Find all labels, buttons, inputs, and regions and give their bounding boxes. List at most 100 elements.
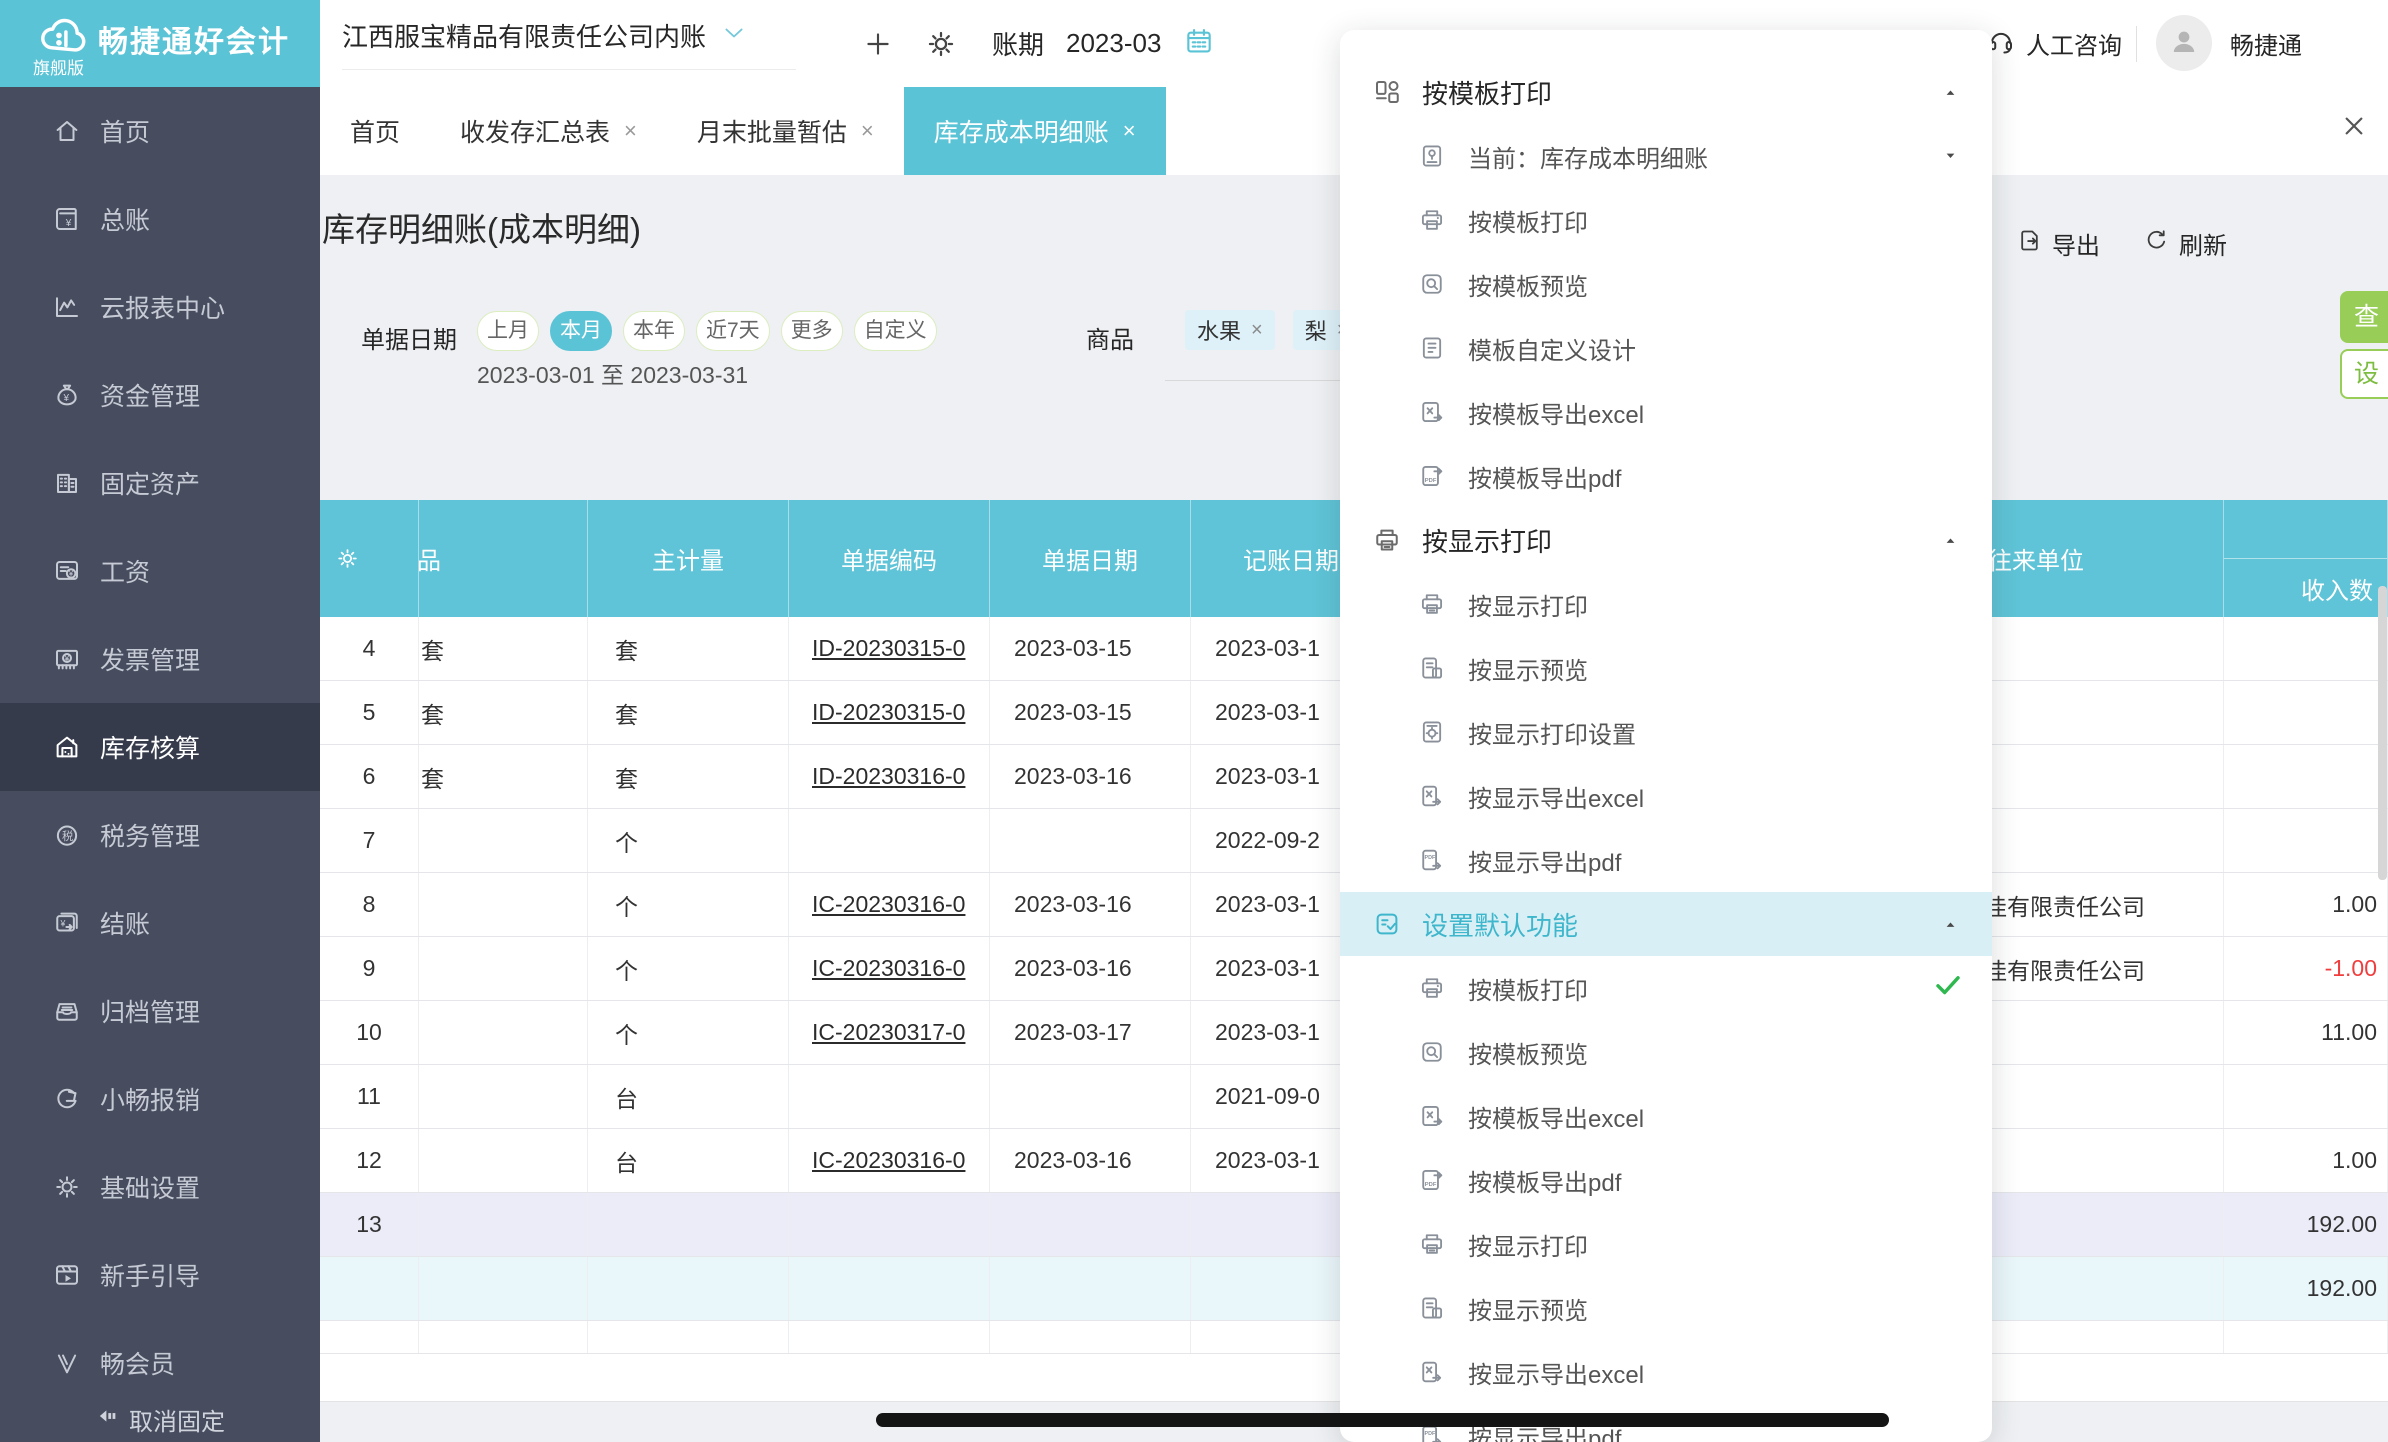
date-pill-更多[interactable]: 更多 — [780, 311, 843, 351]
sidebar-item-归档管理[interactable]: 归档管理 — [0, 967, 320, 1055]
sidebar-item-发票管理[interactable]: ¥ 发票管理 — [0, 615, 320, 703]
collapse-caret[interactable] — [1943, 77, 1958, 108]
cell-qty — [2224, 617, 2388, 680]
printsettings-icon — [1422, 721, 1442, 743]
menu-item-模板自定义设计[interactable]: 模板自定义设计 — [1340, 316, 1992, 380]
sidebar-item-畅会员[interactable]: 畅会员 — [0, 1319, 320, 1407]
tab-close-icon[interactable]: × — [1123, 118, 1136, 144]
tab-收发存汇总表[interactable]: 收发存汇总表 × — [430, 87, 667, 175]
archive-icon — [56, 1003, 78, 1021]
sidebar-item-资金管理[interactable]: ¥ 资金管理 — [0, 351, 320, 439]
app-logo: 畅捷通好会计 旗舰版 — [0, 0, 320, 87]
doclocation-icon — [1422, 145, 1442, 167]
top-bar: 畅捷通好会计 旗舰版 江西服宝精品有限责任公司内账 账期 2023-03 人工咨… — [0, 0, 2388, 87]
menu-item-按显示预览[interactable]: 按显示预览 — [1340, 636, 1992, 700]
cell-partner — [1992, 809, 2224, 872]
menu-group-按模板打印[interactable]: 按模板打印 — [1340, 60, 1992, 124]
menu-item-按显示打印[interactable]: 按显示打印 — [1340, 1212, 1992, 1276]
export-button[interactable]: 导出 — [2016, 226, 2100, 261]
cell-no: 6 — [320, 745, 419, 808]
company-selector[interactable]: 江西服宝精品有限责任公司内账 — [342, 0, 748, 70]
menu-item-按模板预览[interactable]: 按模板预览 — [1340, 252, 1992, 316]
asset-icon — [57, 473, 77, 493]
sidebar-item-结账[interactable]: ¥ 结账 — [0, 879, 320, 967]
menu-item-当前：库存成本明细账[interactable]: 当前：库存成本明细账 — [1340, 124, 1992, 188]
sidebar-item-库存核算[interactable]: 库存核算 — [0, 703, 320, 791]
period-selector[interactable]: 账期 2023-03 — [992, 0, 1215, 87]
doc-code-link[interactable]: IC-20230317-0 — [812, 1019, 965, 1046]
sidebar-item-税务管理[interactable]: 税 税务管理 — [0, 791, 320, 879]
menu-item-label: 当前：库存成本明细账 — [1468, 145, 1708, 173]
doc-code-link[interactable]: ID-20230315-0 — [812, 699, 965, 726]
sidebar-item-label: 资金管理 — [100, 383, 201, 411]
cell-qty — [2224, 745, 2388, 808]
column-settings-icon[interactable] — [334, 545, 361, 572]
query-button[interactable]: 查 — [2340, 291, 2388, 343]
menu-item-按显示打印设置[interactable]: 按显示打印设置 — [1340, 700, 1992, 764]
collapse-caret[interactable] — [1943, 525, 1958, 556]
table-header-partner: 往来单位 — [1992, 500, 2224, 617]
menu-item-按显示预览[interactable]: 按显示预览 — [1340, 1276, 1992, 1340]
column-settings-button[interactable]: 设 — [2340, 349, 2388, 399]
menu-item-按模板打印[interactable]: 按模板打印 — [1340, 956, 1992, 1020]
doc-code-link[interactable]: IC-20230316-0 — [812, 955, 965, 982]
close-icon[interactable] — [2338, 110, 2370, 147]
sidebar-item-label: 库存核算 — [100, 735, 201, 763]
menu-item-按模板打印[interactable]: 按模板打印 — [1340, 188, 1992, 252]
expand-caret[interactable] — [1943, 142, 1958, 170]
menu-item-按显示导出excel[interactable]: 按显示导出excel — [1340, 1340, 1992, 1404]
menu-item-按模板导出excel[interactable]: 按模板导出excel — [1340, 1084, 1992, 1148]
refresh-button[interactable]: 刷新 — [2143, 226, 2227, 261]
menu-item-按模板导出excel[interactable]: 按模板导出excel — [1340, 380, 1992, 444]
date-pill-自定义[interactable]: 自定义 — [853, 311, 937, 351]
menu-item-按模板导出pdf[interactable]: PDF 按模板导出pdf — [1340, 444, 1992, 508]
support-link[interactable]: 人工咨询 — [1986, 0, 2122, 87]
menu-item-按显示导出excel[interactable]: 按显示导出excel — [1340, 764, 1992, 828]
sidebar-item-小畅报销[interactable]: 小畅报销 — [0, 1055, 320, 1143]
tab-close-icon[interactable]: × — [861, 118, 874, 144]
menu-item-按显示打印[interactable]: 按显示打印 — [1340, 572, 1992, 636]
doc-code-link[interactable]: ID-20230315-0 — [812, 635, 965, 662]
cell-doc_date: 2023-03-16 — [990, 873, 1191, 936]
date-pill-上月[interactable]: 上月 — [477, 311, 539, 351]
sidebar-item-label: 首页 — [100, 119, 151, 147]
tag-remove-icon[interactable]: × — [1251, 319, 1263, 342]
sidebar-item-新手引导[interactable]: 新手引导 — [0, 1231, 320, 1319]
doc-code-link[interactable]: IC-20230316-0 — [812, 1147, 965, 1174]
sidebar-item-工资[interactable]: ¥ 工资 — [0, 527, 320, 615]
date-pill-近7天[interactable]: 近7天 — [696, 311, 770, 351]
sidebar-item-label: 小畅报销 — [100, 1087, 201, 1115]
collapse-caret[interactable] — [1943, 909, 1958, 940]
sidebar-item-label: 归档管理 — [100, 999, 201, 1027]
horizontal-scrollbar-thumb[interactable] — [876, 1413, 1889, 1427]
date-pill-本月[interactable]: 本月 — [550, 311, 612, 351]
sidebar-item-首页[interactable]: 首页 — [0, 87, 320, 175]
sidebar-item-固定资产[interactable]: 固定资产 — [0, 439, 320, 527]
unpin-sidebar-button[interactable]: 取消固定 — [0, 1396, 320, 1442]
menu-group-按显示打印[interactable]: 按显示打印 — [1340, 508, 1992, 572]
tab-月末批量暂估[interactable]: 月末批量暂估 × — [667, 87, 904, 175]
tab-库存成本明细账[interactable]: 库存成本明细账 × — [903, 87, 1166, 175]
doc-code-link[interactable]: IC-20230316-0 — [812, 891, 965, 918]
avatar[interactable] — [2156, 15, 2212, 71]
cell-unit: 个 — [588, 937, 789, 1000]
menu-item-按模板导出pdf[interactable]: PDF 按模板导出pdf — [1340, 1148, 1992, 1212]
cell-qty — [2224, 809, 2388, 872]
sidebar-item-云报表中心[interactable]: 云报表中心 — [0, 263, 320, 351]
cell-no: 11 — [320, 1065, 419, 1128]
menu-item-按显示导出pdf[interactable]: PDF 按显示导出pdf — [1340, 828, 1992, 892]
menu-item-label: 按模板导出excel — [1468, 401, 1645, 429]
account-settings-button[interactable] — [924, 27, 958, 66]
date-pill-本年[interactable]: 本年 — [623, 311, 685, 351]
product-tag-水果[interactable]: 水果 × — [1185, 310, 1275, 350]
tab-close-icon[interactable]: × — [624, 118, 637, 144]
add-account-set-button[interactable] — [862, 28, 894, 65]
vertical-scrollbar-thumb[interactable] — [2378, 586, 2387, 880]
menu-item-按模板预览[interactable]: 按模板预览 — [1340, 1020, 1992, 1084]
tab-首页[interactable]: 首页 — [320, 87, 430, 175]
sidebar-item-总账[interactable]: ¥ 总账 — [0, 175, 320, 263]
doc-code-link[interactable]: ID-20230316-0 — [812, 763, 965, 790]
menu-group-设置默认功能[interactable]: 设置默认功能 — [1340, 892, 1992, 956]
sidebar-item-基础设置[interactable]: 基础设置 — [0, 1143, 320, 1231]
svg-text:PDF: PDF — [1425, 1182, 1437, 1188]
